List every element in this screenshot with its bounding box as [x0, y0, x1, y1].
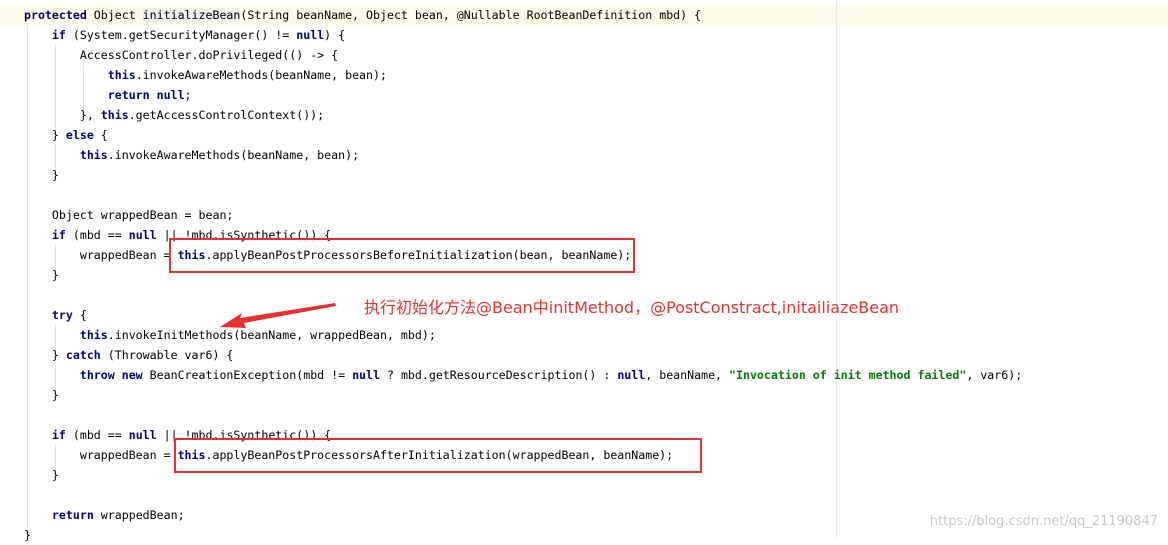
annotation-arrow	[220, 303, 336, 328]
watermark: https://blog.csdn.net/qq_21190847	[929, 514, 1158, 529]
annotation-text: 执行初始化方法@Bean中initMethod，@PostConstract,i…	[364, 298, 900, 317]
